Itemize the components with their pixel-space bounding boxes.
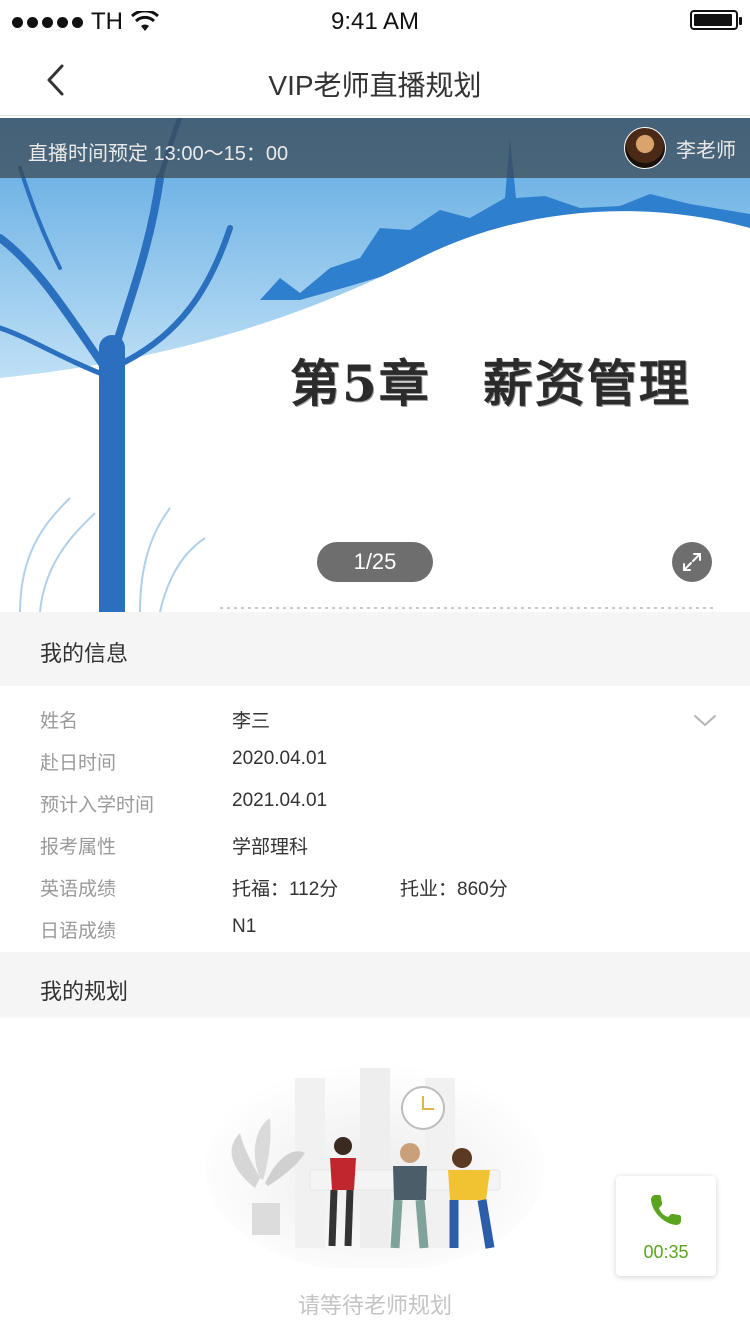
call-timer: 00:35 bbox=[643, 1242, 689, 1262]
info-label: 日语成绩 bbox=[40, 921, 117, 942]
teacher-avatar[interactable] bbox=[624, 127, 666, 169]
call-widget[interactable]: 00:35 bbox=[616, 1176, 716, 1276]
my-info-list: 姓名 李三 赴日时间 2020.04.01 预计入学时间 2021.04.01 … bbox=[0, 686, 750, 952]
battery-level bbox=[694, 14, 732, 26]
my-info-heading: 我的信息 bbox=[40, 641, 129, 666]
live-schedule: 直播时间预定 13:00～15：00 bbox=[28, 143, 289, 165]
battery-icon bbox=[690, 10, 742, 30]
info-value: N1 bbox=[232, 916, 257, 937]
info-value-secondary: 托业：860分 bbox=[400, 879, 508, 900]
info-row-english: 英语成绩 托福：112分 托业：860分 bbox=[0, 860, 750, 902]
waiting-illustration bbox=[205, 1063, 545, 1268]
nav-bar: VIP老师直播规划 bbox=[0, 44, 750, 116]
live-info-bar: 直播时间预定 13:00～15：00 李老师 bbox=[0, 118, 750, 178]
info-row-japanese: 日语成绩 N1 bbox=[0, 902, 750, 944]
info-label: 英语成绩 bbox=[40, 879, 117, 900]
info-label: 预计入学时间 bbox=[40, 795, 155, 816]
info-row-arrival: 赴日时间 2020.04.01 bbox=[0, 734, 750, 776]
info-row-enrollment: 预计入学时间 2021.04.01 bbox=[0, 776, 750, 818]
info-value: 托福：112分 bbox=[232, 879, 339, 900]
page-indicator: 1/25 bbox=[317, 542, 433, 582]
info-label: 姓名 bbox=[40, 711, 79, 732]
info-value: 2021.04.01 bbox=[232, 790, 328, 811]
info-label: 报考属性 bbox=[40, 837, 117, 858]
teacher-info[interactable]: 李老师 bbox=[624, 127, 736, 169]
empty-state-text: 请等待老师规划 bbox=[297, 1293, 452, 1318]
expand-icon bbox=[683, 553, 701, 571]
info-row-name: 姓名 李三 bbox=[0, 692, 750, 734]
live-slide-viewer[interactable]: 直播时间预定 13:00～15：00 李老师 第5章 薪资管理 1/25 bbox=[0, 118, 750, 612]
info-value: 学部理科 bbox=[232, 837, 309, 858]
fullscreen-button[interactable] bbox=[672, 542, 712, 582]
info-value: 李三 bbox=[232, 711, 271, 732]
info-label: 赴日时间 bbox=[40, 753, 117, 774]
my-plan-header: 我的规划 bbox=[0, 952, 750, 1018]
slide-title: 第5章 薪资管理 bbox=[290, 354, 691, 413]
phone-icon bbox=[651, 1195, 681, 1225]
info-row-exam-type: 报考属性 学部理科 bbox=[0, 818, 750, 860]
chevron-down-icon[interactable] bbox=[692, 708, 718, 734]
my-info-header: 我的信息 bbox=[0, 612, 750, 686]
status-time: 9:41 AM bbox=[330, 8, 420, 35]
page-title: VIP老师直播规划 bbox=[268, 70, 482, 101]
status-bar: TH 9:41 AM bbox=[0, 0, 750, 44]
teacher-name: 李老师 bbox=[676, 139, 736, 162]
info-value: 2020.04.01 bbox=[232, 748, 328, 769]
my-plan-heading: 我的规划 bbox=[40, 979, 129, 1004]
